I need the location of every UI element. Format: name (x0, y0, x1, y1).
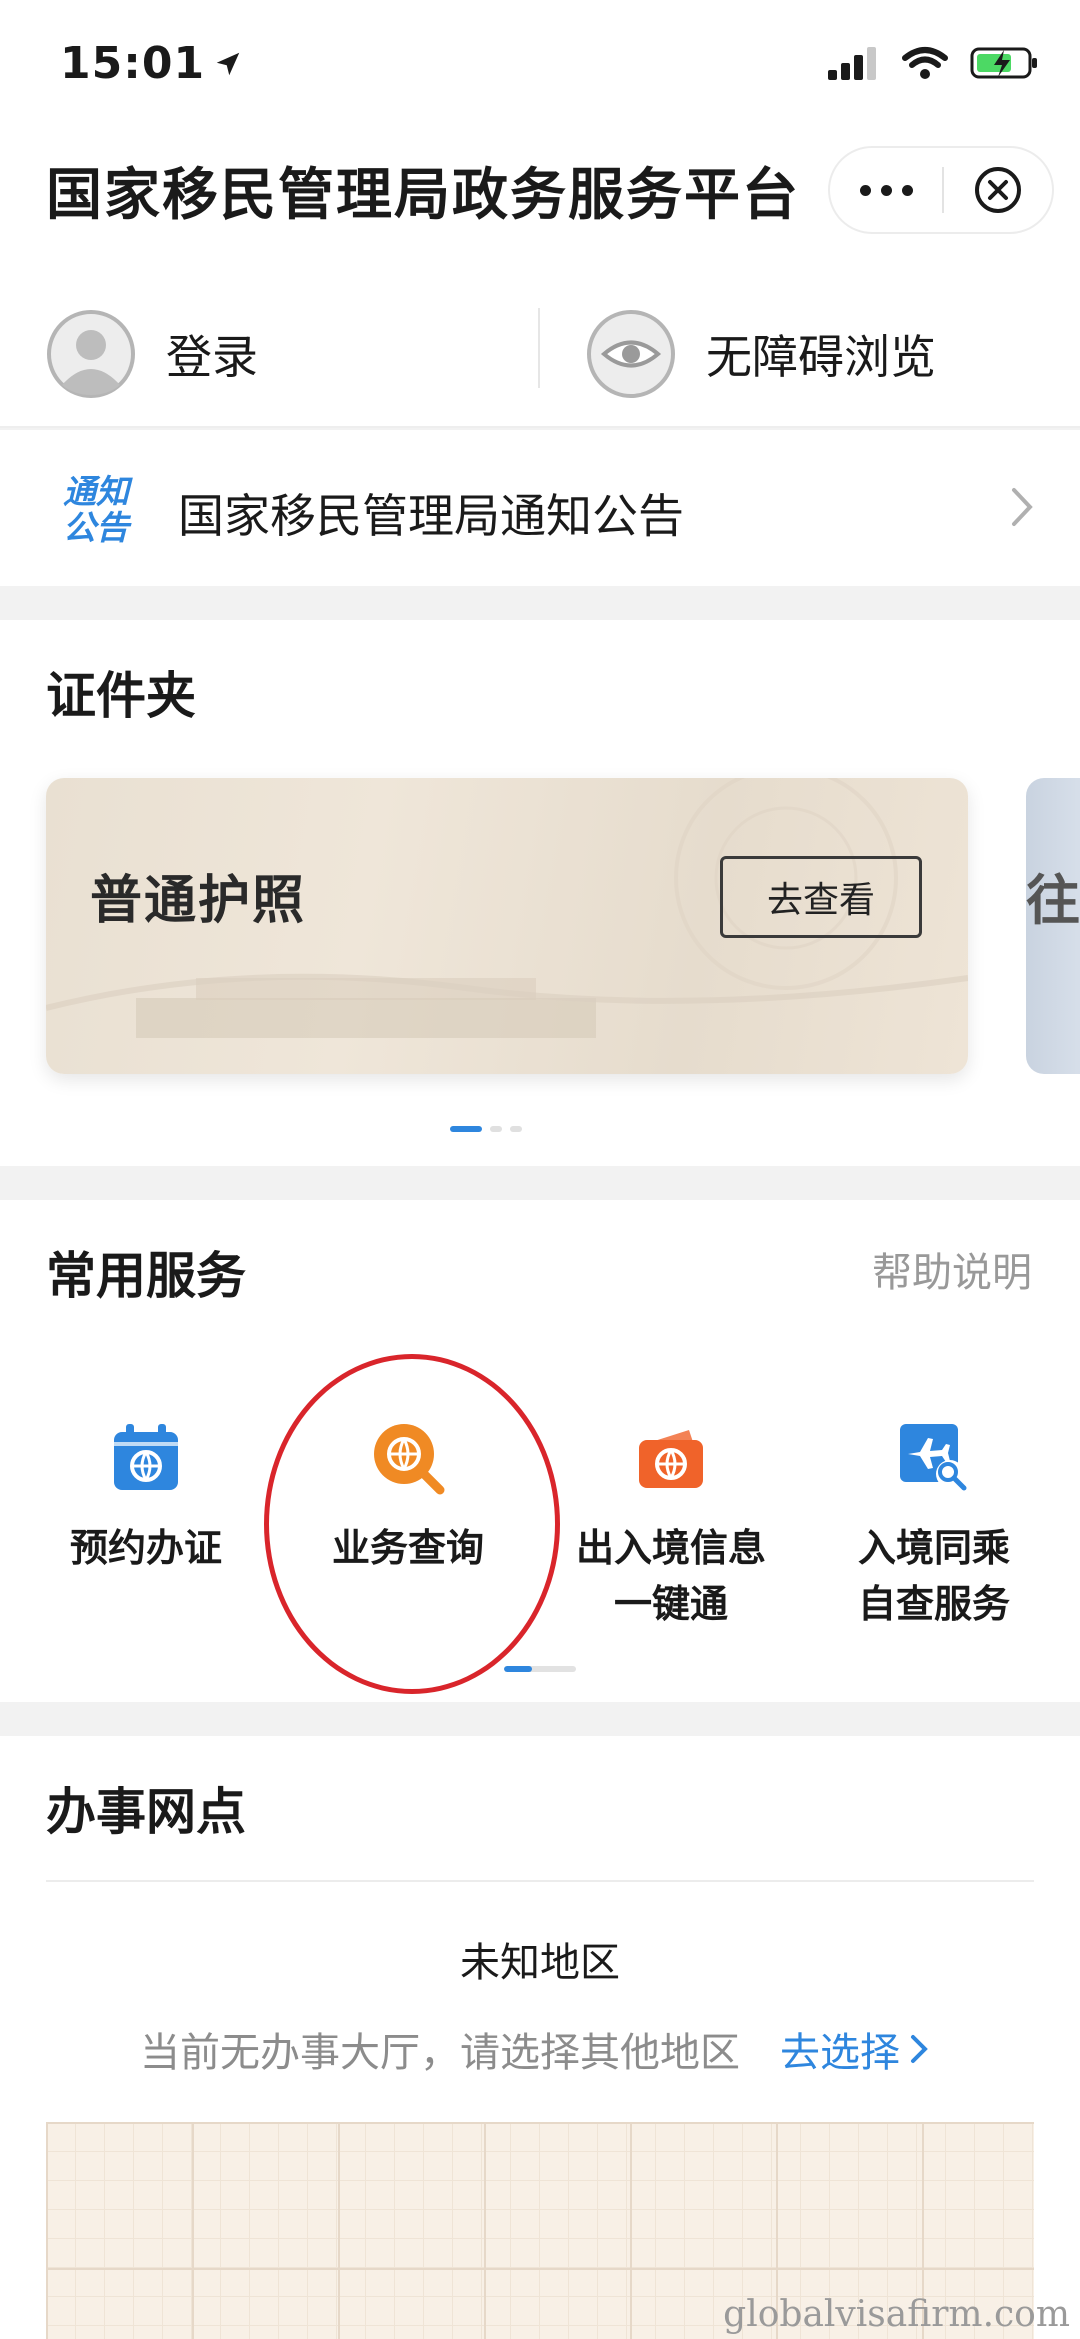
notice-text: 国家移民管理局通知公告 (178, 489, 684, 543)
avatar-icon (47, 310, 135, 398)
passport-card-title: 普通护照 (90, 871, 307, 931)
choose-region-link[interactable]: 去选择 (780, 2020, 932, 2078)
accessibility-button[interactable]: 无障碍浏览 (586, 280, 936, 428)
highlight-circle (264, 1354, 560, 1694)
choose-region-label: 去选择 (780, 2030, 900, 2076)
view-passport-button[interactable]: 去查看 (720, 856, 922, 938)
passport-card[interactable]: 普通护照 去查看 (46, 778, 968, 1074)
notice-badge: 通知 公告 (56, 474, 136, 546)
carousel-dot-active (450, 1126, 482, 1132)
more-dot-icon (901, 184, 913, 196)
login-button[interactable]: 登录 (46, 280, 258, 428)
location-arrow-icon (216, 52, 240, 75)
chevron-right-icon (1012, 488, 1033, 526)
row-divider (538, 308, 540, 388)
help-link[interactable]: 帮助说明 (872, 1240, 1032, 1298)
documents-title: 证件夹 (46, 667, 196, 725)
service-label: 预约办证 (69, 1526, 222, 1570)
region-hint-text: 当前无办事大厅，请选择其他地区 (140, 2030, 740, 2076)
cellular-signal-icon (828, 47, 876, 80)
carousel-dot (510, 1126, 522, 1132)
mini-program-capsule (828, 146, 1054, 234)
services-title: 常用服务 (46, 1247, 246, 1305)
more-dot-icon (859, 184, 871, 196)
section-divider (46, 1880, 1034, 1882)
accessibility-label: 无障碍浏览 (706, 330, 936, 384)
service-inbound-passenger-check[interactable]: 入境同乘 自查服务 (803, 1420, 1065, 1632)
plane-search-icon (896, 1420, 972, 1496)
service-entry-exit-info[interactable]: 出入境信息 一键通 (540, 1420, 802, 1632)
region-hint: 当前无办事大厅，请选择其他地区 去选择 (140, 2020, 932, 2078)
services-scroll-thumb (504, 1666, 532, 1672)
status-bar: 15:01 (0, 0, 1080, 140)
eye-icon (587, 310, 675, 398)
close-button[interactable] (944, 148, 1052, 232)
status-time: 15:01 (60, 38, 243, 89)
page-title: 国家移民管理局政务服务平台 (46, 163, 800, 228)
close-circle-icon (975, 167, 1021, 213)
next-card-title: 往 (1026, 869, 1080, 932)
service-label: 入境同乘 自查服务 (857, 1526, 1010, 1626)
offices-title: 办事网点 (46, 1783, 246, 1841)
calendar-globe-icon (108, 1420, 184, 1496)
notice-bar[interactable]: 通知 公告 国家移民管理局通知公告 (0, 430, 1080, 586)
more-button[interactable] (830, 148, 942, 232)
chevron-right-icon (911, 2035, 928, 2063)
service-appointment[interactable]: 预约办证 (15, 1420, 277, 1576)
services-scroll-indicator (504, 1666, 576, 1672)
notice-badge-line2: 公告 (63, 508, 129, 547)
watermark: globalvisafirm.com (723, 2294, 1070, 2335)
time-text: 15:01 (60, 38, 206, 89)
service-label: 出入境信息 一键通 (575, 1526, 766, 1626)
wifi-icon (902, 47, 948, 79)
wallet-globe-icon (633, 1420, 709, 1496)
region-name: 未知地区 (460, 1940, 620, 1986)
notice-badge-line1: 通知 (63, 472, 129, 511)
login-label: 登录 (166, 330, 258, 384)
carousel-indicator (450, 1126, 522, 1132)
carousel-dot (490, 1126, 502, 1132)
next-document-card[interactable]: 往 (1026, 778, 1080, 1074)
account-row: 登录 无障碍浏览 (0, 280, 1080, 428)
more-dot-icon (880, 184, 892, 196)
battery-charging-icon (970, 47, 1037, 79)
